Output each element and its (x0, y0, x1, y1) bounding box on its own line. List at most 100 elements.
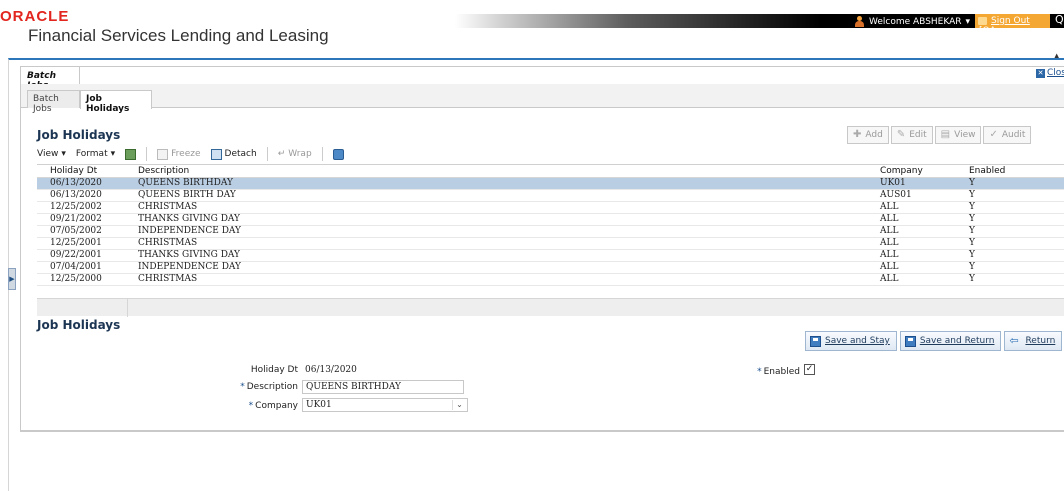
description-input[interactable]: QUEENS BIRTHDAY (302, 380, 464, 394)
tab-job-holidays[interactable]: Job Holidays (80, 90, 152, 114)
frame-bottom-border (20, 431, 1064, 432)
enabled-label: * Enabled (757, 367, 800, 377)
export-button[interactable] (125, 148, 137, 160)
freeze-button[interactable]: Freeze (157, 148, 201, 160)
column-header-holiday-dt[interactable]: Holiday Dt (50, 166, 97, 176)
table-row[interactable]: 12/25/2000 CHRISTMAS ALL Y (37, 274, 1064, 286)
company-label: * Company (248, 401, 298, 411)
cell-holiday-dt: 09/21/2002 (50, 214, 102, 224)
cell-enabled: Y (969, 226, 975, 236)
lock-icon (978, 17, 987, 25)
cell-company: ALL (880, 238, 899, 248)
table-row[interactable]: 09/21/2002 THANKS GIVING DAY ALL Y (37, 214, 1064, 226)
cell-company: ALL (880, 202, 899, 212)
cell-holiday-dt: 09/22/2001 (50, 250, 102, 260)
cell-description: QUEENS BIRTH DAY (138, 190, 236, 200)
cell-company: AUS01 (880, 190, 912, 200)
cell-description: CHRISTMAS (138, 238, 198, 248)
user-menu[interactable]: Welcome ABSHEKAR ▾ (855, 16, 970, 27)
detach-button[interactable]: Detach (210, 148, 257, 160)
table-toolbar: View ▾ Format ▾ Freeze Detach ↵ Wrap (37, 144, 1064, 164)
cell-description: THANKS GIVING DAY (138, 214, 240, 224)
query-icon (332, 148, 344, 160)
document-icon: ▤ (940, 129, 951, 140)
pencil-icon: ✎ (896, 129, 906, 140)
form-buttons: Save and Stay Save and Return ⇦ Return (805, 331, 1063, 351)
cell-enabled: Y (969, 274, 975, 284)
save-icon (904, 336, 916, 347)
format-menu[interactable]: Format ▾ (76, 149, 115, 159)
oracle-logo: ORACLE (0, 8, 70, 25)
table-row[interactable]: 12/25/2002 CHRISTMAS ALL Y (37, 202, 1064, 214)
cell-description: INDEPENDENCE DAY (138, 262, 241, 272)
table-row[interactable]: 09/22/2001 THANKS GIVING DAY ALL Y (37, 250, 1064, 262)
tab-batch-jobs[interactable]: Batch Jobs (27, 90, 80, 114)
list-actions: ✚ Add ✎ Edit ▤ View ✓ Audit (847, 126, 1032, 144)
save-and-return-button[interactable]: Save and Return (899, 331, 1002, 351)
description-label: * Description (240, 382, 298, 392)
table-row[interactable]: 06/13/2020 QUEENS BIRTH DAY AUS01 Y (37, 190, 1064, 202)
user-icon (855, 16, 865, 27)
top-bar (455, 14, 1064, 28)
cell-description: CHRISTMAS (138, 202, 198, 212)
wrap-icon: ↵ (277, 149, 286, 159)
cell-company: ALL (880, 214, 899, 224)
freeze-icon (157, 148, 169, 160)
cell-enabled: Y (969, 202, 975, 212)
toolbar-divider (321, 147, 323, 161)
cell-enabled: Y (969, 250, 975, 260)
chevron-down-icon: ▾ (965, 16, 971, 27)
table-row[interactable]: 12/25/2001 CHRISTMAS ALL Y (37, 238, 1064, 250)
table-row[interactable]: 06/13/2020 QUEENS BIRTHDAY UK01 Y (37, 178, 1064, 190)
view-menu[interactable]: View ▾ (37, 149, 66, 159)
search-icon[interactable]: Q (1055, 13, 1064, 26)
company-select[interactable]: UK01 ⌄ (302, 398, 468, 412)
chevron-down-icon: ▾ (110, 149, 116, 159)
toolbar-divider (146, 147, 148, 161)
save-icon (810, 336, 821, 347)
window-tab-batch-jobs[interactable]: Batch Jobs (20, 66, 80, 91)
return-button[interactable]: ⇦ Return (1004, 331, 1063, 351)
welcome-label: Welcome ABSHEKAR (869, 16, 962, 27)
edit-button[interactable]: ✎ Edit (890, 126, 933, 144)
cell-description: QUEENS BIRTHDAY (138, 178, 233, 188)
save-and-stay-button[interactable]: Save and Stay (805, 331, 897, 351)
column-header-company[interactable]: Company (880, 166, 923, 176)
column-header-description[interactable]: Description (138, 166, 189, 176)
list-section-title: Job Holidays (37, 128, 121, 142)
column-header-enabled[interactable]: Enabled (969, 166, 1005, 176)
table-row[interactable]: 07/04/2001 INDEPENDENCE DAY ALL Y (37, 262, 1064, 274)
cell-holiday-dt: 07/05/2002 (50, 226, 102, 236)
cell-description: CHRISTMAS (138, 274, 198, 284)
form-section-title: Job Holidays (37, 318, 121, 332)
table-row[interactable]: 07/05/2002 INDEPENDENCE DAY ALL Y (37, 226, 1064, 238)
sign-out-link[interactable]: Sign Out [QA (975, 14, 1050, 36)
export-icon (125, 148, 137, 160)
cell-enabled: Y (969, 190, 975, 200)
close-button[interactable]: ✕ Clos (1036, 68, 1064, 78)
table-footer (37, 298, 1064, 317)
app-header: ORACLE Financial Services Lending and Le… (0, 0, 1064, 50)
query-by-example-button[interactable] (332, 148, 344, 160)
sub-tab-bar (21, 84, 1064, 108)
wrap-button[interactable]: ↵ Wrap (278, 149, 312, 159)
cell-holiday-dt: 06/13/2020 (50, 190, 102, 200)
cell-holiday-dt: 12/25/2001 (50, 238, 102, 248)
audit-button[interactable]: ✓ Audit (983, 126, 1032, 144)
check-icon: ✓ (989, 129, 998, 140)
holiday-dt-label: Holiday Dt (250, 365, 298, 375)
holidays-table: Holiday Dt Description Company Enabled 0… (37, 164, 1064, 317)
company-select-value: UK01 (306, 400, 332, 410)
cell-enabled: Y (969, 238, 975, 248)
cell-enabled: Y (969, 178, 975, 188)
holiday-dt-value: 06/13/2020 (305, 365, 357, 375)
view-button[interactable]: ▤ View (934, 126, 982, 144)
cell-holiday-dt: 07/04/2001 (50, 262, 102, 272)
add-button[interactable]: ✚ Add (847, 126, 889, 144)
cell-holiday-dt: 12/25/2000 (50, 274, 102, 284)
enabled-checkbox[interactable]: ✓ (804, 364, 815, 375)
close-icon: ✕ (1036, 68, 1045, 78)
sidebar-toggle-icon[interactable]: ▶ (8, 268, 16, 290)
add-icon: ✚ (853, 129, 862, 140)
cell-enabled: Y (969, 214, 975, 224)
